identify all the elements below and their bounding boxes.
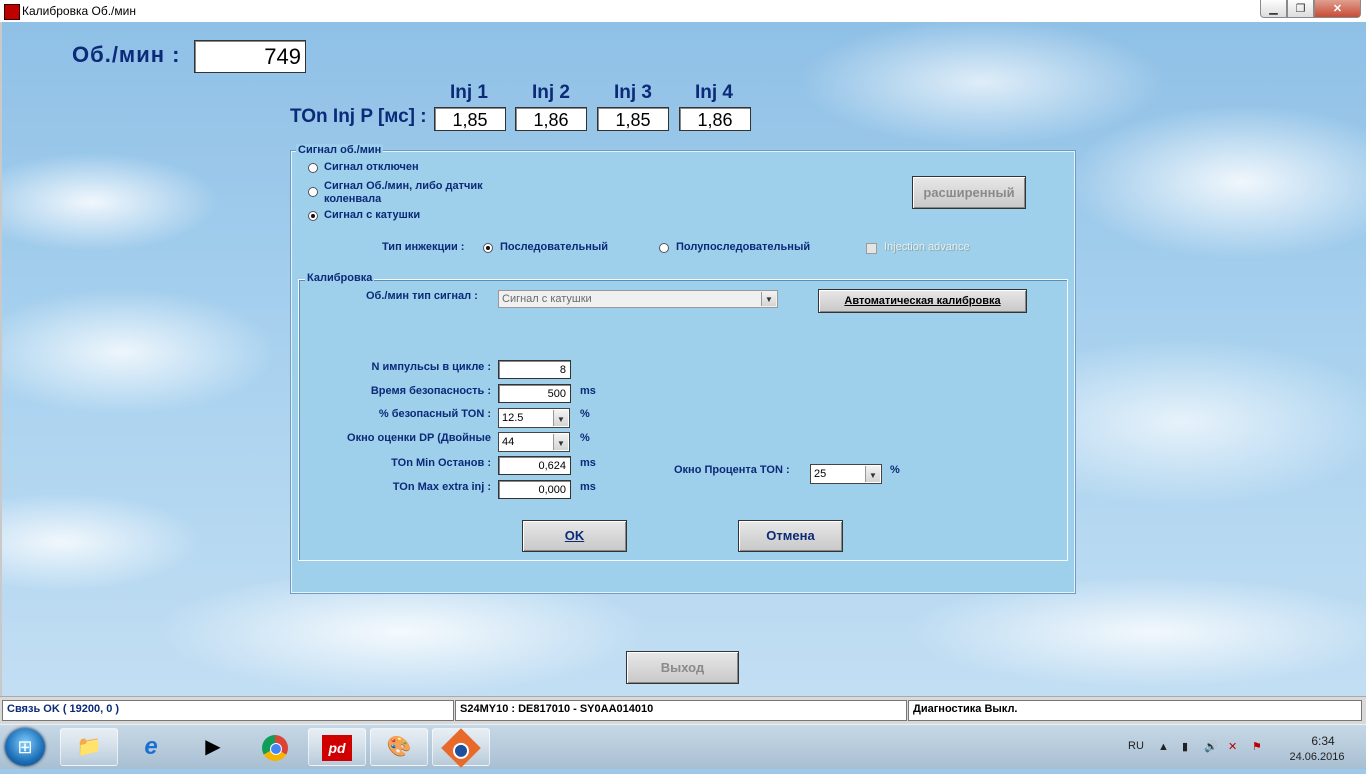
signal-type-select[interactable]: Сигнал с катушки ▼ [498,290,778,308]
minimize-button[interactable]: ▁ [1260,0,1287,18]
ton-inj-label: TOn Inj P [мс] : [290,106,427,127]
maximize-button[interactable]: ❐ [1287,0,1314,18]
safety-time-label: Время безопасность : [370,385,491,397]
radio-signal-off[interactable] [308,163,318,173]
safe-ton-select-value: 12.5 [502,412,524,424]
clock-date[interactable]: 24.06.2016 [1282,751,1352,763]
inj-2-header: Inj 2 [531,82,570,103]
diag-app-icon[interactable]: pd [308,728,366,766]
ie-icon[interactable]: e [122,728,180,766]
radio-signal-coil[interactable] [308,211,318,221]
calibration-group-legend: Калибровка [305,272,375,284]
status-ecu: S24MY10 : DE817010 - SY0AA014010 [455,700,907,721]
rpm-label: Об./мин : [72,42,181,67]
dp-window-select-value: 44 [502,436,515,448]
ton-window-select-value: 25 [814,468,827,480]
radio-semi-sequential-label: Полупоследовательный [676,241,811,253]
radio-signal-coil-label: Сигнал с катушки [324,209,421,221]
inj-3-value: 1,85 [597,107,669,131]
injection-advance-checkbox[interactable] [866,243,877,254]
signal-type-label: Об./мин тип сигнал : [366,290,478,302]
network-icon[interactable]: ✕ [1228,740,1237,753]
radio-signal-crank-label: Сигнал Об./мин, либо датчик коленвала [324,180,483,202]
language-indicator[interactable]: RU [1128,740,1144,752]
title-bar: Калибровка Об./мин ▁ ❐ ✕ [0,0,1366,22]
close-button[interactable]: ✕ [1314,0,1361,18]
ton-window-label: Окно Процента TON : [674,464,790,476]
calibration-group [298,279,1068,561]
auto-calibration-button[interactable]: Автоматическая калибровка [818,289,1027,313]
ton-min-stop-unit: ms [580,457,596,469]
ok-button[interactable]: OK [522,520,627,552]
inj-1-value: 1,85 [434,107,506,131]
dp-window-label: Окно оценки DP (Двойные [347,432,491,444]
radio-signal-crank[interactable] [308,187,318,197]
chevron-down-icon: ▼ [553,410,568,426]
app-icon [4,4,20,20]
eye-app-icon[interactable] [432,728,490,768]
action-center-icon[interactable]: ⚑ [1252,740,1262,753]
ton-window-select[interactable]: 25 ▼ [810,464,882,484]
chrome-icon[interactable] [246,728,304,766]
safe-ton-label: % безопасный TON : [378,408,491,420]
volume-icon[interactable]: 🔊 [1204,740,1218,753]
radio-sequential-label: Последовательный [500,241,609,253]
clock-time[interactable]: 6:34 [1298,734,1348,748]
inj-4-value: 1,86 [679,107,751,131]
battery-icon[interactable]: ▮ [1182,740,1188,753]
paint-icon[interactable]: 🎨 [370,728,428,766]
radio-signal-off-label: Сигнал отключен [324,161,419,173]
ton-window-unit: % [890,464,900,476]
chevron-down-icon: ▼ [553,434,568,450]
media-player-icon[interactable]: ▶ [184,728,242,766]
inj-2-value: 1,86 [515,107,587,131]
status-diagnostics: Диагностика Выкл. [908,700,1362,721]
taskbar: ⊞ 📁 e ▶ pd 🎨 RU ▲ ▮ 🔊 ✕ ⚑ [0,724,1366,769]
folder-icon[interactable]: 📁 [60,728,118,766]
status-connection: Связь OK ( 19200, 0 ) [2,700,454,721]
signal-group-legend: Сигнал об./мин [296,144,384,156]
injection-advance-label: Injection advance [884,241,970,253]
ton-max-extra-unit: ms [580,481,596,493]
tray-expand-icon[interactable]: ▲ [1158,741,1169,753]
status-bar: Связь OK ( 19200, 0 ) S24MY10 : DE817010… [0,696,1366,725]
ton-max-extra-input[interactable]: 0,000 [498,480,571,499]
safety-time-unit: ms [580,385,596,397]
radio-semi-sequential[interactable] [659,243,669,253]
injection-type-label: Тип инжекции : [382,241,465,253]
cancel-button[interactable]: Отмена [738,520,843,552]
n-pulses-label: N импульсы в цикле : [371,361,492,373]
ton-min-stop-label: TOn Min Останов : [391,457,491,469]
inj-3-header: Inj 3 [613,82,652,103]
radio-sequential[interactable] [483,243,493,253]
safe-ton-unit: % [580,408,590,420]
inj-4-header: Inj 4 [694,82,733,103]
inj-1-header: Inj 1 [449,82,488,103]
exit-button[interactable]: Выход [626,651,739,684]
rpm-value: 749 [194,40,306,73]
safe-ton-select[interactable]: 12.5 ▼ [498,408,570,428]
window-title: Калибровка Об./мин [22,4,136,18]
chevron-down-icon: ▼ [865,466,880,482]
start-button[interactable]: ⊞ [5,728,45,766]
ton-max-extra-label: TOn Max extra inj : [392,481,491,493]
ton-min-stop-input[interactable]: 0,624 [498,456,571,475]
advanced-button[interactable]: расширенный [912,176,1026,209]
n-pulses-input[interactable]: 8 [498,360,571,379]
dp-window-unit: % [580,432,590,444]
signal-type-select-value: Сигнал с катушки [502,293,592,305]
safety-time-input[interactable]: 500 [498,384,571,403]
dp-window-select[interactable]: 44 ▼ [498,432,570,452]
chevron-down-icon: ▼ [761,292,776,306]
